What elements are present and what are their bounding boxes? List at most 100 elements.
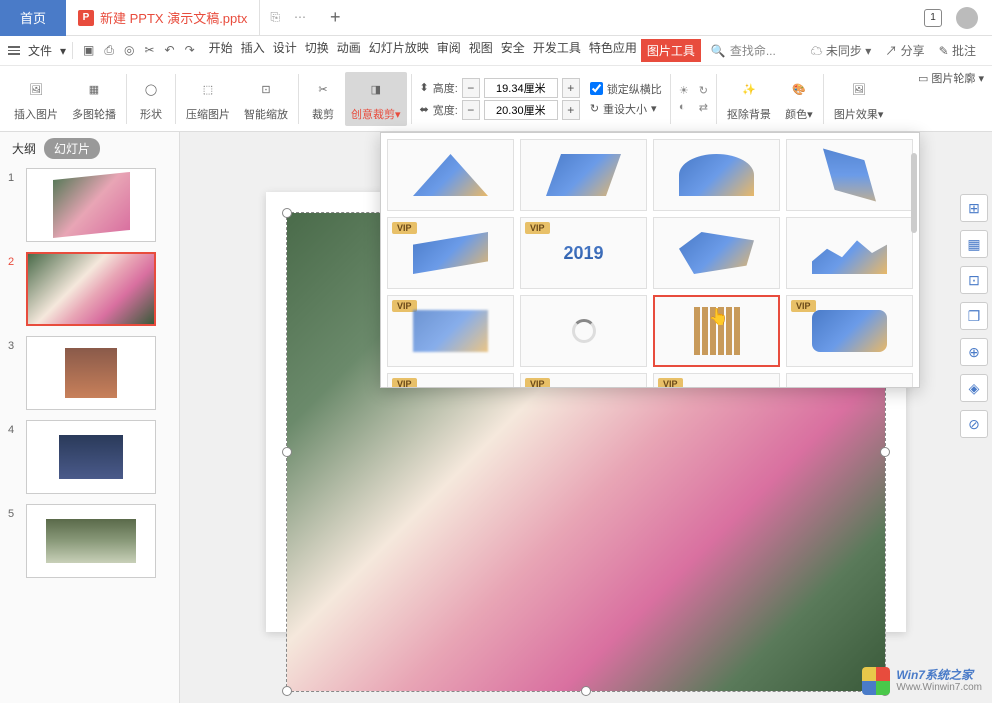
- slide-item[interactable]: 3: [8, 336, 171, 410]
- crop-template[interactable]: [653, 217, 780, 289]
- crop-template[interactable]: VIP: [786, 295, 913, 367]
- slide-item[interactable]: 2: [8, 252, 171, 326]
- home-tab[interactable]: 首页: [0, 0, 66, 36]
- side-tool-6[interactable]: ◈: [960, 374, 988, 402]
- hamburger-icon[interactable]: [8, 46, 20, 55]
- crop-template[interactable]: VIP: [387, 217, 514, 289]
- remove-bg-button[interactable]: ✨ 抠除背景: [721, 76, 777, 122]
- crop-template[interactable]: [520, 139, 647, 211]
- shapes-button[interactable]: ◯ 形状: [131, 76, 171, 122]
- contrast-icon[interactable]: ◐: [679, 101, 689, 113]
- outline-tab[interactable]: 大纲: [12, 140, 36, 157]
- tab-insert[interactable]: 插入: [237, 39, 269, 62]
- side-tool-7[interactable]: ⊘: [960, 410, 988, 438]
- width-plus[interactable]: +: [562, 100, 580, 120]
- user-avatar[interactable]: [956, 7, 978, 29]
- effects-button[interactable]: 🖼 图片效果▾: [828, 76, 890, 122]
- search-box[interactable]: 🔍 查找命...: [703, 42, 784, 59]
- height-plus[interactable]: +: [562, 78, 580, 98]
- color-button[interactable]: 🎨 颜色▾: [779, 76, 819, 122]
- gallery-scrollbar[interactable]: [911, 153, 917, 233]
- tab-more-icon[interactable]: ⋯: [294, 10, 306, 25]
- slides-tab[interactable]: 幻灯片: [44, 138, 100, 159]
- tab-features[interactable]: 特色应用: [585, 39, 641, 62]
- multi-image-icon: ▦: [80, 76, 108, 104]
- tab-view[interactable]: 视图: [465, 39, 497, 62]
- tab-security[interactable]: 安全: [497, 39, 529, 62]
- crop-template[interactable]: VIP: [387, 373, 514, 387]
- redo-icon[interactable]: ↷: [185, 43, 195, 58]
- tab-devtools[interactable]: 开发工具: [529, 39, 585, 62]
- new-tab-button[interactable]: +: [316, 7, 355, 28]
- slide-thumb-1[interactable]: [26, 168, 156, 242]
- annotate-button[interactable]: ✎ 批注: [939, 42, 976, 59]
- crop-template[interactable]: [786, 217, 913, 289]
- crop-button[interactable]: ✂ 裁剪: [303, 76, 343, 122]
- tab-sync-icon[interactable]: ⎘: [270, 10, 280, 25]
- creative-crop-icon: ◨: [362, 76, 390, 104]
- save-icon[interactable]: ▣: [83, 43, 94, 58]
- tab-slideshow[interactable]: 幻灯片放映: [365, 39, 433, 62]
- resize-handle-bl[interactable]: [282, 686, 292, 696]
- crop-template[interactable]: VIP2019: [520, 217, 647, 289]
- resize-handle-mr[interactable]: [880, 447, 890, 457]
- slide-thumb-2[interactable]: [26, 252, 156, 326]
- tab-review[interactable]: 审阅: [433, 39, 465, 62]
- crop-template-loading[interactable]: [520, 295, 647, 367]
- tab-transition[interactable]: 切换: [301, 39, 333, 62]
- insert-image-button[interactable]: 🖼 插入图片: [8, 76, 64, 122]
- tab-extras: ⎘ ⋯: [260, 10, 316, 25]
- sync-status[interactable]: ☁ 未同步 ▾: [811, 42, 872, 59]
- width-input[interactable]: [484, 100, 558, 120]
- rotate-icon[interactable]: ↻: [699, 84, 708, 97]
- slide-thumb-3[interactable]: [26, 336, 156, 410]
- preview-icon[interactable]: ◎: [124, 43, 134, 58]
- notification-badge[interactable]: 1: [924, 9, 942, 27]
- crop-template[interactable]: VIP: [653, 373, 780, 387]
- crop-template[interactable]: [786, 373, 913, 387]
- slide-thumb-5[interactable]: [26, 504, 156, 578]
- side-tool-1[interactable]: ⊞: [960, 194, 988, 222]
- crop-template[interactable]: [786, 139, 913, 211]
- side-tool-5[interactable]: ⊕: [960, 338, 988, 366]
- width-minus[interactable]: −: [462, 100, 480, 120]
- tab-start[interactable]: 开始: [205, 39, 237, 62]
- resize-handle-tl[interactable]: [282, 208, 292, 218]
- resize-handle-ml[interactable]: [282, 447, 292, 457]
- crop-template[interactable]: VIP: [520, 373, 647, 387]
- reset-size-button[interactable]: ↻ 重设大小 ▾: [590, 101, 662, 117]
- print-icon[interactable]: ⎙: [104, 43, 114, 58]
- creative-crop-button[interactable]: ◨ 创意裁剪▾: [345, 72, 407, 126]
- share-button[interactable]: ↗ 分享: [885, 42, 924, 59]
- lock-ratio-checkbox[interactable]: 锁定纵横比: [590, 81, 662, 97]
- file-dropdown-icon[interactable]: ▾: [60, 44, 66, 58]
- multi-image-button[interactable]: ▦ 多图轮播: [66, 76, 122, 122]
- undo-icon[interactable]: ↶: [165, 43, 175, 58]
- compress-button[interactable]: ⬚ 压缩图片: [180, 76, 236, 122]
- file-menu[interactable]: 文件: [28, 42, 52, 59]
- document-tab[interactable]: P 新建 PPTX 演示文稿.pptx: [66, 0, 260, 36]
- brightness-icon[interactable]: ☀: [679, 84, 689, 97]
- crop-template[interactable]: VIP: [387, 295, 514, 367]
- cut-icon[interactable]: ✂: [144, 43, 154, 58]
- tab-image-tools[interactable]: 图片工具: [641, 39, 701, 62]
- crop-template-selected[interactable]: 👆: [653, 295, 780, 367]
- outline-button[interactable]: ▭ 图片轮廓 ▾: [918, 70, 984, 86]
- tab-design[interactable]: 设计: [269, 39, 301, 62]
- side-tool-3[interactable]: ⊡: [960, 266, 988, 294]
- flip-icon[interactable]: ⇄: [699, 101, 708, 114]
- smart-zoom-button[interactable]: ⊡ 智能缩放: [238, 76, 294, 122]
- height-minus[interactable]: −: [462, 78, 480, 98]
- crop-template[interactable]: [653, 139, 780, 211]
- height-input[interactable]: [484, 78, 558, 98]
- effects-icon: 🖼: [845, 76, 873, 104]
- side-tool-2[interactable]: ▦: [960, 230, 988, 258]
- slide-item[interactable]: 4: [8, 420, 171, 494]
- crop-template[interactable]: [387, 139, 514, 211]
- tab-animation[interactable]: 动画: [333, 39, 365, 62]
- resize-handle-bc[interactable]: [581, 686, 591, 696]
- slide-thumb-4[interactable]: [26, 420, 156, 494]
- slide-item[interactable]: 5: [8, 504, 171, 578]
- side-tool-4[interactable]: ❐: [960, 302, 988, 330]
- slide-item[interactable]: 1: [8, 168, 171, 242]
